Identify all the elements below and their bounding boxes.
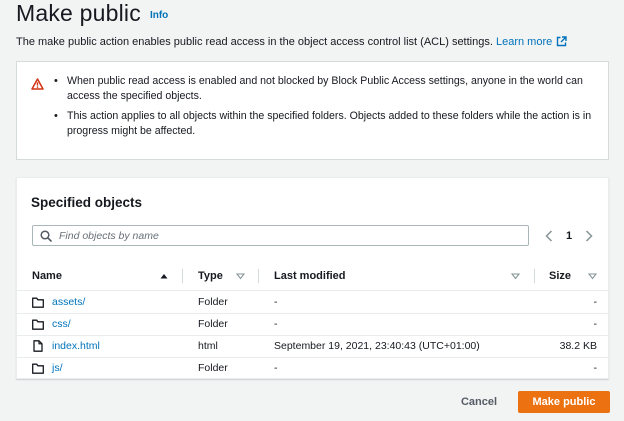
file-icon	[32, 340, 44, 352]
size-cell: -	[593, 362, 598, 374]
specified-objects-panel: Specified objects 1 Name Type Last modif…	[16, 177, 609, 379]
type-cell: Folder	[198, 296, 228, 308]
sort-descending-icon[interactable]	[588, 270, 597, 282]
warning-triangle-icon	[31, 77, 44, 95]
table-row: index.html html September 19, 2021, 23:4…	[17, 335, 608, 358]
name-cell: index.html	[32, 335, 100, 357]
type-cell: Folder	[198, 362, 228, 374]
object-link[interactable]: assets/	[52, 296, 85, 308]
search-input[interactable]	[59, 229, 499, 242]
info-link[interactable]: Info	[150, 10, 168, 21]
object-link[interactable]: js/	[52, 362, 63, 374]
column-header-name[interactable]: Name	[32, 262, 62, 290]
table-row: css/ Folder - -	[17, 313, 608, 336]
warning-item: This action applies to all objects withi…	[53, 109, 598, 139]
column-header-type[interactable]: Type	[198, 262, 223, 290]
pagination: 1	[545, 230, 593, 242]
table-row: js/ Folder - -	[17, 357, 608, 379]
learn-more-label: Learn more	[495, 36, 553, 48]
size-cell: 38.2 KB	[559, 340, 597, 352]
sort-descending-icon[interactable]	[511, 270, 520, 282]
table-row: assets/ Folder - -	[17, 291, 608, 314]
sort-descending-icon[interactable]	[236, 270, 245, 282]
search-icon	[40, 229, 52, 242]
column-divider	[258, 269, 259, 283]
folder-icon	[32, 297, 44, 308]
last-modified-cell: September 19, 2021, 23:40:43 (UTC+01:00)	[274, 340, 480, 352]
column-header-size[interactable]: Size	[549, 262, 571, 290]
name-cell: css/	[32, 313, 71, 335]
page-header: Make public Info	[16, 0, 168, 27]
page-number[interactable]: 1	[566, 230, 572, 242]
description-text: The make public action enables public re…	[16, 36, 493, 48]
last-modified-cell: -	[274, 318, 278, 330]
type-cell: Folder	[198, 318, 228, 330]
name-cell: assets/	[32, 291, 85, 313]
search-box[interactable]	[32, 225, 529, 246]
type-cell: html	[198, 340, 218, 352]
column-header-last-modified[interactable]: Last modified	[274, 262, 346, 290]
table-header: Name Type Last modified Size	[17, 262, 608, 291]
warning-item: When public read access is enabled and n…	[53, 74, 598, 104]
last-modified-cell: -	[274, 296, 278, 308]
folder-icon	[32, 319, 44, 330]
cancel-button[interactable]: Cancel	[451, 392, 507, 412]
warning-alert: When public read access is enabled and n…	[16, 61, 609, 160]
object-link[interactable]: index.html	[52, 340, 100, 352]
external-link-icon	[556, 36, 567, 50]
learn-more-link[interactable]: Learn more	[496, 36, 567, 48]
previous-page-icon[interactable]	[545, 230, 553, 242]
column-divider	[534, 269, 535, 283]
make-public-button[interactable]: Make public	[518, 391, 610, 413]
page-title: Make public	[16, 0, 141, 26]
warning-list: When public read access is enabled and n…	[53, 74, 598, 144]
sort-ascending-icon[interactable]	[160, 270, 168, 282]
name-cell: js/	[32, 357, 63, 379]
object-link[interactable]: css/	[52, 318, 71, 330]
page-description: The make public action enables public re…	[16, 36, 567, 50]
next-page-icon[interactable]	[585, 230, 593, 242]
column-divider	[182, 269, 183, 283]
folder-icon	[32, 363, 44, 374]
size-cell: -	[593, 296, 598, 308]
last-modified-cell: -	[274, 362, 278, 374]
panel-title: Specified objects	[31, 195, 143, 210]
size-cell: -	[593, 318, 598, 330]
